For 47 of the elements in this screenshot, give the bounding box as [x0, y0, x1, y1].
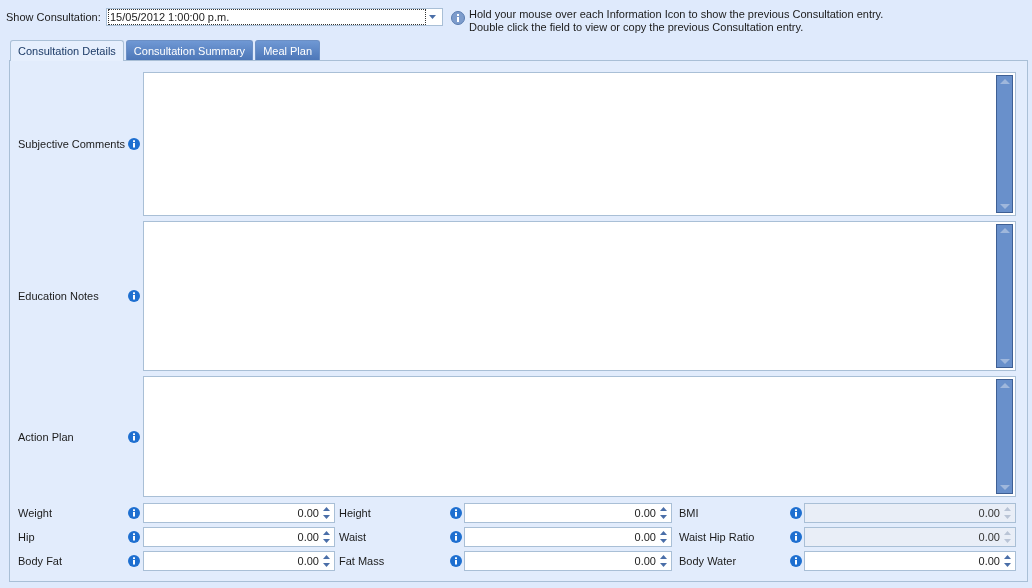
- field-label: Action Plan: [18, 430, 75, 443]
- number-field[interactable]: 0.00: [464, 551, 672, 571]
- info-icon[interactable]: [128, 507, 140, 519]
- number-field[interactable]: 0.00: [804, 551, 1016, 571]
- info-icon[interactable]: [790, 531, 802, 543]
- consultation-dropdown[interactable]: 15/05/2012 1:00:00 p.m.: [106, 8, 443, 26]
- tab[interactable]: Consultation Summary: [125, 40, 254, 60]
- hint-text: Hold your mouse over each Information Icon to show the previous Consultation entry.: [469, 8, 884, 21]
- tab[interactable]: Meal Plan: [255, 40, 321, 60]
- info-icon[interactable]: [128, 138, 140, 150]
- field-label: Hip: [18, 531, 36, 543]
- spin-arrows-icon[interactable]: [323, 554, 330, 568]
- number-field[interactable]: 0.00: [143, 551, 335, 571]
- info-icon[interactable]: [790, 555, 802, 567]
- field-label: BMI: [678, 507, 700, 519]
- info-icon[interactable]: [450, 507, 462, 519]
- number-field[interactable]: 0.00: [143, 527, 335, 547]
- field-label: Waist: [338, 531, 368, 543]
- number-field[interactable]: 0.00: [464, 527, 672, 547]
- info-icon[interactable]: [128, 430, 140, 443]
- number-field[interactable]: 0.00: [143, 503, 335, 523]
- tab[interactable]: Consultation Details: [10, 40, 124, 61]
- hint-text: Double click the field to view or copy the previous Consultation entry.: [469, 21, 805, 34]
- info-icon[interactable]: [450, 555, 462, 567]
- field-label: Height: [338, 507, 372, 519]
- field-label: Weight: [18, 507, 54, 519]
- field-label: Body Fat: [18, 555, 64, 567]
- info-icon[interactable]: [450, 531, 462, 543]
- info-icon: [451, 11, 465, 25]
- spin-arrows-icon[interactable]: [660, 554, 667, 568]
- spin-arrows-icon[interactable]: [323, 506, 330, 520]
- consultation-label: Show Consultation:: [6, 10, 102, 25]
- field-label: Education Notes: [18, 290, 100, 302]
- spin-arrows-icon[interactable]: [323, 530, 330, 544]
- field-label: Body Water: [678, 555, 738, 567]
- caret-icon: [429, 15, 436, 19]
- number-field[interactable]: 0.00: [464, 503, 672, 523]
- spin-arrows-icon[interactable]: [1004, 554, 1011, 568]
- info-icon[interactable]: [128, 555, 140, 567]
- info-icon[interactable]: [128, 290, 140, 302]
- info-icon[interactable]: [790, 507, 802, 519]
- field-label: Waist Hip Ratio: [678, 531, 756, 543]
- info-icon[interactable]: [128, 531, 140, 543]
- spin-arrows-icon[interactable]: [660, 506, 667, 520]
- spin-arrows-icon[interactable]: [660, 530, 667, 544]
- field-label: Subjective Comments: [18, 138, 126, 150]
- field-label: Fat Mass: [338, 555, 386, 567]
